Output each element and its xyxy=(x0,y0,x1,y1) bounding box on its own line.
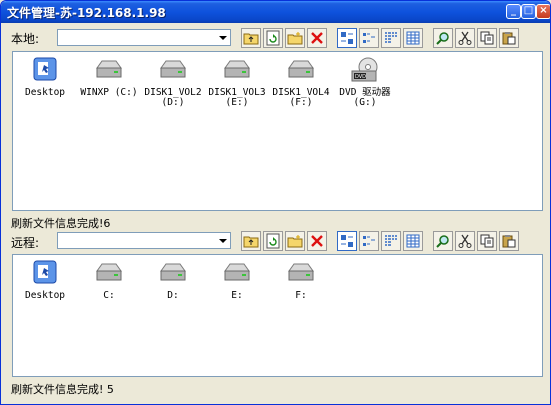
item-label: Desktop xyxy=(24,290,66,301)
details-view-icon[interactable] xyxy=(403,28,423,48)
item-sublabel: (F:) xyxy=(289,97,313,108)
item-label: C: xyxy=(103,290,115,301)
local-item-desktop[interactable]: Desktop xyxy=(13,56,77,98)
local-status-text: 刷新文件信息完成!6 xyxy=(11,217,111,230)
new-folder-icon[interactable] xyxy=(285,231,305,251)
drive-icon xyxy=(285,259,317,287)
chevron-down-icon[interactable] xyxy=(214,233,230,248)
drive-icon xyxy=(221,56,253,84)
item-sublabel: (D:) xyxy=(161,97,185,108)
local-item-drive-d[interactable]: DISK1_VOL2 (D:) xyxy=(141,56,205,108)
drive-icon xyxy=(93,259,125,287)
refresh-icon[interactable] xyxy=(263,28,283,48)
local-item-drive-e[interactable]: DISK1_VOL3 (E:) xyxy=(205,56,269,108)
item-sublabel: (G:) xyxy=(353,97,377,108)
delete-icon[interactable] xyxy=(307,231,327,251)
cut-icon[interactable] xyxy=(455,28,475,48)
up-folder-icon[interactable] xyxy=(241,231,261,251)
remote-item-desktop[interactable]: Desktop xyxy=(13,259,77,301)
cut-icon[interactable] xyxy=(455,231,475,251)
drive-icon xyxy=(221,259,253,287)
item-label: D: xyxy=(167,290,179,301)
list-view-icon[interactable] xyxy=(381,231,401,251)
title-bar[interactable]: 文件管理-苏-192.168.1.98 _ □ × xyxy=(1,1,550,23)
minimize-button[interactable]: _ xyxy=(506,4,521,19)
remote-item-drive-f[interactable]: F: xyxy=(269,259,333,301)
item-label: WINXP (C:) xyxy=(80,87,138,98)
desktop-icon xyxy=(29,56,61,84)
drive-icon xyxy=(157,56,189,84)
remote-toolbar xyxy=(241,230,521,252)
copy-icon[interactable] xyxy=(477,231,497,251)
svg-text:DVD: DVD xyxy=(355,74,366,80)
chevron-down-icon[interactable] xyxy=(214,30,230,45)
details-view-icon[interactable] xyxy=(403,231,423,251)
remote-file-list[interactable]: Desktop C: D: E: F: xyxy=(12,254,543,377)
item-label: F: xyxy=(295,290,307,301)
remote-item-drive-c[interactable]: C: xyxy=(77,259,141,301)
drive-icon xyxy=(93,56,125,84)
local-label: 本地: xyxy=(11,32,40,46)
list-view-icon[interactable] xyxy=(381,28,401,48)
drive-icon xyxy=(285,56,317,84)
local-path-combobox[interactable] xyxy=(57,29,231,46)
local-toolbar xyxy=(241,27,521,49)
local-item-drive-f[interactable]: DISK1_VOL4 (F:) xyxy=(269,56,333,108)
item-label: Desktop xyxy=(24,87,66,98)
item-label: E: xyxy=(231,290,243,301)
local-item-dvd-g[interactable]: DVD DVD 驱动器 (G:) xyxy=(333,56,397,108)
local-item-drive-c[interactable]: WINXP (C:) xyxy=(77,56,141,98)
paste-icon[interactable] xyxy=(499,231,519,251)
search-icon[interactable] xyxy=(433,28,453,48)
remote-item-drive-d[interactable]: D: xyxy=(141,259,205,301)
small-icons-view-icon[interactable] xyxy=(359,231,379,251)
window-title: 文件管理-苏-192.168.1.98 xyxy=(7,6,166,20)
item-sublabel: (E:) xyxy=(225,97,249,108)
refresh-icon[interactable] xyxy=(263,231,283,251)
close-button[interactable]: × xyxy=(536,4,550,19)
delete-icon[interactable] xyxy=(307,28,327,48)
desktop-icon xyxy=(29,259,61,287)
new-folder-icon[interactable] xyxy=(285,28,305,48)
small-icons-view-icon[interactable] xyxy=(359,28,379,48)
copy-icon[interactable] xyxy=(477,28,497,48)
search-icon[interactable] xyxy=(433,231,453,251)
maximize-button[interactable]: □ xyxy=(521,4,536,19)
paste-icon[interactable] xyxy=(499,28,519,48)
dvd-drive-icon: DVD xyxy=(349,56,381,84)
local-file-list[interactable]: Desktop WINXP (C:) DISK1_VOL2 (D:) DISK1… xyxy=(12,51,543,211)
remote-item-drive-e[interactable]: E: xyxy=(205,259,269,301)
remote-status-text: 刷新文件信息完成! 5 xyxy=(11,383,114,396)
remote-path-combobox[interactable] xyxy=(57,232,231,249)
large-icons-view-icon[interactable] xyxy=(337,28,357,48)
up-folder-icon[interactable] xyxy=(241,28,261,48)
file-manager-window: 文件管理-苏-192.168.1.98 _ □ × 本地: Desktop WI… xyxy=(0,0,551,405)
drive-icon xyxy=(157,259,189,287)
large-icons-view-icon[interactable] xyxy=(337,231,357,251)
remote-label: 远程: xyxy=(11,236,40,250)
